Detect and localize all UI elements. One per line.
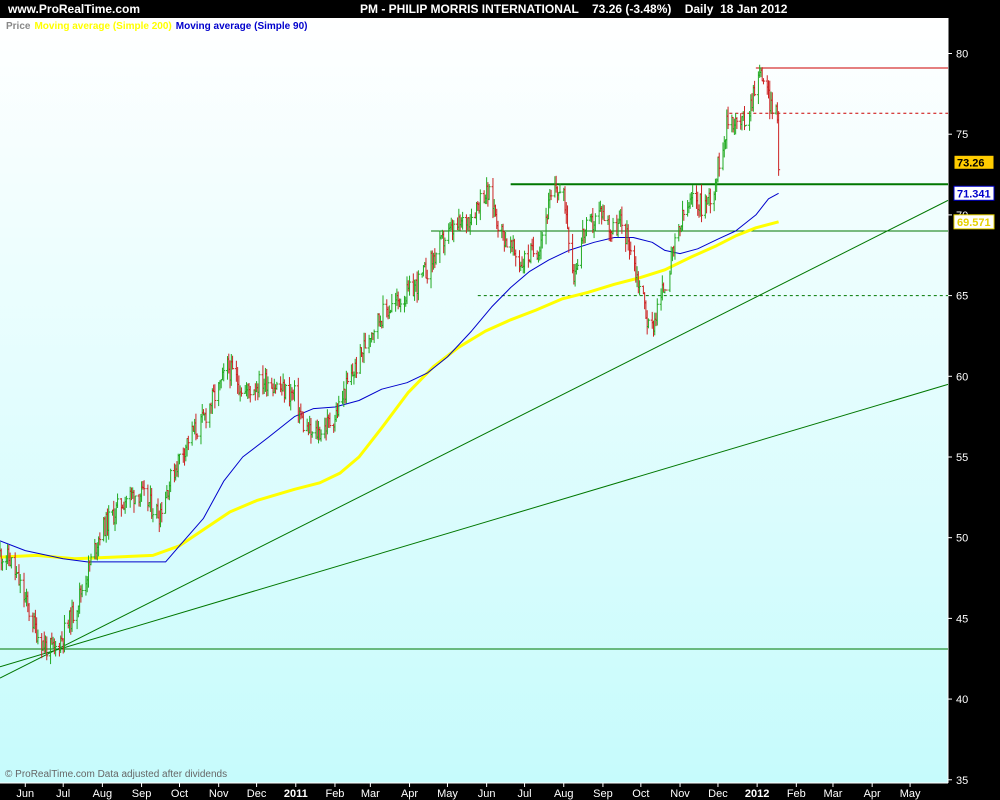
x-tick-label: Apr xyxy=(864,788,881,800)
ma200-series xyxy=(0,220,779,561)
x-tick-label: Sep xyxy=(593,788,613,800)
trendline-0 xyxy=(0,199,949,679)
y-tick-label: 65 xyxy=(956,291,968,303)
x-tick-label: Jul xyxy=(56,788,70,800)
x-tick-label: Apr xyxy=(401,788,418,800)
x-tick-label: 2011 xyxy=(284,788,308,800)
price-chart: 35404550556065707580 JunJulAugSepOctNovD… xyxy=(0,18,995,800)
y-tick-label: 35 xyxy=(956,775,968,787)
trendline-1 xyxy=(0,383,949,668)
x-axis: Jun Jul Aug Sep Oct Nov Dec 2011 Feb Mar Apr May Jun… xyxy=(16,783,921,800)
x-tick-label: Mar xyxy=(361,788,380,800)
ma90-value-badge: 71.341 xyxy=(957,188,991,200)
y-tick-label: 80 xyxy=(956,49,968,61)
x-tick-label: May xyxy=(437,788,458,800)
y-tick-label: 55 xyxy=(956,452,968,464)
y-tick-label: 60 xyxy=(956,371,968,383)
x-tick-label: Oct xyxy=(632,788,649,800)
x-tick-label: Nov xyxy=(209,788,229,800)
trendlines[interactable] xyxy=(0,199,949,679)
x-tick-label: Jun xyxy=(16,788,34,800)
last-price-badge: 73.26 xyxy=(957,157,985,169)
price-bars xyxy=(0,64,781,665)
x-tick-label: May xyxy=(900,788,921,800)
x-tick-label: Dec xyxy=(247,788,267,800)
y-tick-label: 75 xyxy=(956,129,968,141)
x-tick-label: Dec xyxy=(708,788,728,800)
x-tick-label: Jul xyxy=(518,788,532,800)
ma90-series xyxy=(0,192,779,563)
x-tick-label: Oct xyxy=(171,788,188,800)
y-tick-label: 45 xyxy=(956,613,968,625)
x-tick-label: Aug xyxy=(93,788,113,800)
ma200-line xyxy=(0,220,779,561)
x-tick-label: Aug xyxy=(554,788,574,800)
value-badges: 73.26 71.341 69.571 xyxy=(953,154,995,230)
x-tick-label: Feb xyxy=(787,788,806,800)
x-tick-label: 2012 xyxy=(745,788,769,800)
legend-ma200: Moving average (Simple 200) xyxy=(34,21,172,32)
y-tick-label: 40 xyxy=(956,694,968,706)
footer-note: © ProRealTime.com Data adjusted after di… xyxy=(5,769,228,780)
x-tick-label: Nov xyxy=(670,788,690,800)
legend-price: Price xyxy=(6,21,31,32)
ma90-line xyxy=(0,192,779,563)
x-tick-label: Sep xyxy=(132,788,152,800)
x-tick-label: Feb xyxy=(325,788,344,800)
x-tick-label: Mar xyxy=(823,788,842,800)
legend: Price Moving average (Simple 200) Moving a… xyxy=(6,21,311,32)
legend-ma90: Moving average (Simple 90) xyxy=(175,21,308,32)
y-tick-label: 50 xyxy=(956,533,968,545)
x-tick-label: Jun xyxy=(478,788,496,800)
ma200-value-badge: 69.571 xyxy=(957,217,991,229)
